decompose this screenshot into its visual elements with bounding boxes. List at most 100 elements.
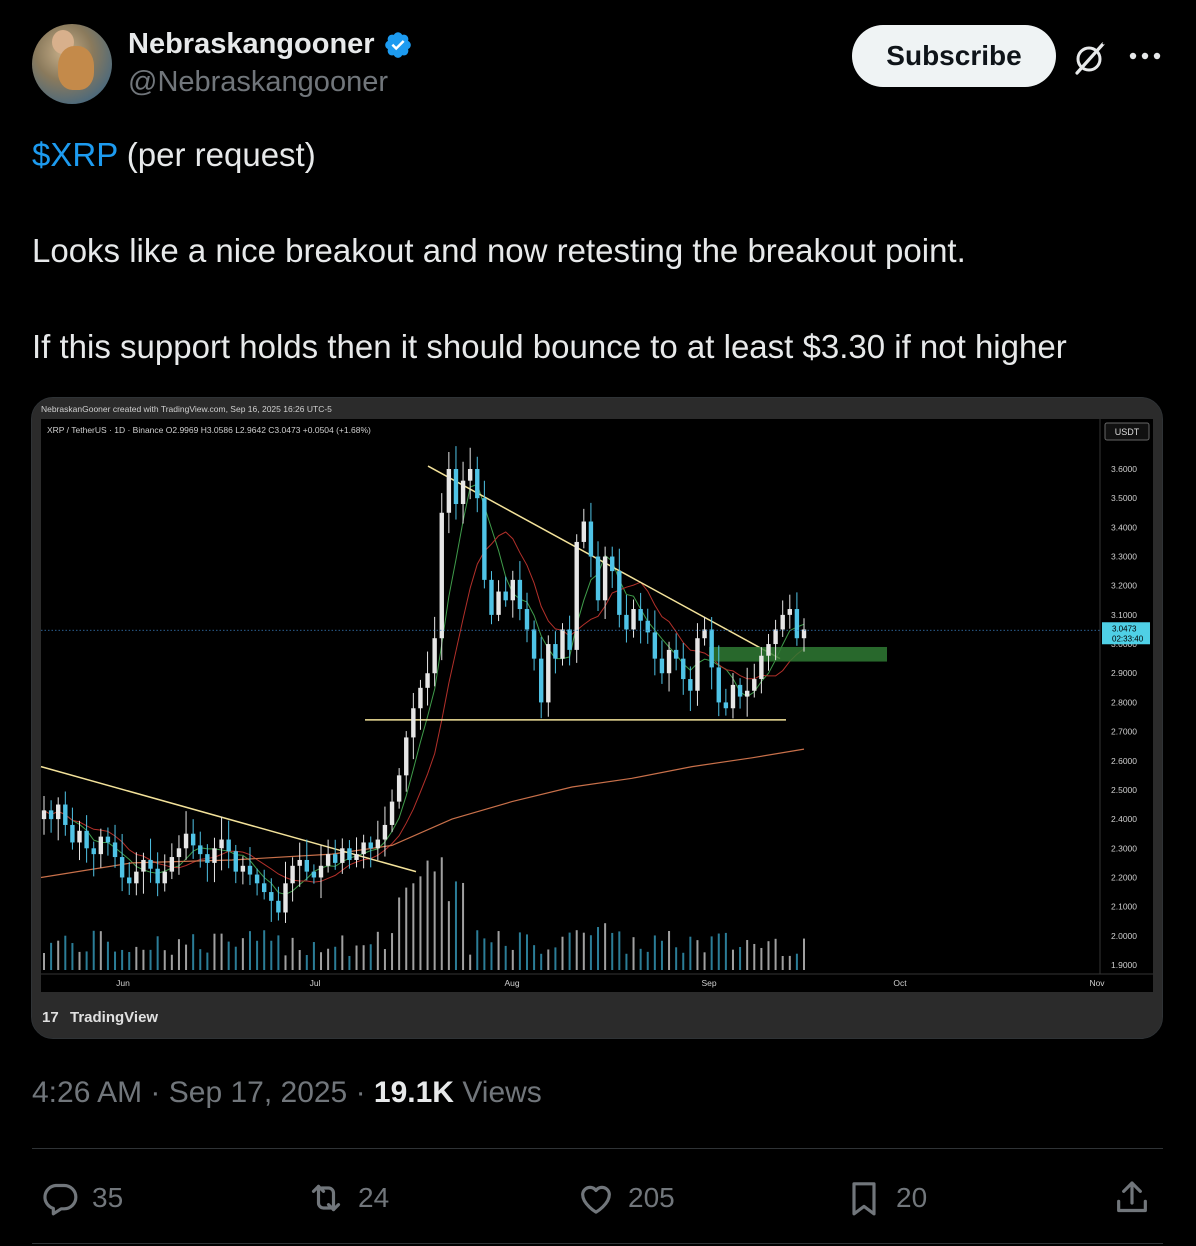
volume-bar [504,945,507,970]
y-tick-label: 3.2000 [1111,581,1137,591]
candle-body [489,579,494,615]
candle-body [624,614,629,630]
bookmark-button[interactable]: 20 [844,1178,927,1218]
volume-bar [270,940,273,970]
volume-bar [426,860,429,970]
subscribe-button[interactable]: Subscribe [852,25,1056,87]
volume-bar [177,939,180,970]
candle-body [766,644,771,656]
volume-bar [575,930,578,970]
candle-body [695,638,700,691]
volume-bar [348,955,351,970]
volume-bar [234,946,237,970]
candle-body [780,614,785,630]
candle-body [475,469,480,499]
volume-bar [589,935,592,970]
candle-body [744,690,750,697]
candle-body [56,804,61,820]
candle-body [162,871,167,884]
repost-button[interactable]: 24 [306,1178,389,1218]
bookmark-count: 20 [896,1182,928,1213]
candle-body [688,679,693,691]
candle-body [787,609,792,615]
candle-body [673,649,679,659]
tweet-time[interactable]: 4:26 AM [32,1076,142,1109]
candle-body [304,859,310,872]
candle-body [524,609,530,630]
share-button[interactable] [1112,1178,1152,1218]
candle-body [276,900,281,913]
candle-body [134,871,139,884]
candle-body [290,865,295,884]
candle-body [254,874,260,884]
candle-body [283,883,288,913]
like-button[interactable]: 205 [576,1178,675,1218]
volume-bar [803,938,805,970]
volume-bar [447,901,450,970]
candle-body [439,512,444,639]
tweet-date[interactable]: Sep 17, 2025 [169,1076,348,1109]
volume-bar [454,881,457,970]
chart-symbol-line: XRP / TetherUS · 1D · Binance O2.9969 H3… [47,425,371,435]
candle-body [389,801,395,825]
chart-image[interactable]: NebraskanGooner created with TradingView… [31,397,1163,1039]
volume-bar [412,883,415,970]
candle-body [702,629,707,639]
volume-bar [795,953,798,970]
volume-bar [149,949,152,970]
bookmark-icon [852,1182,876,1216]
cashtag-link[interactable]: $XRP [32,136,118,173]
currency-label: USDT [1115,427,1140,437]
candle-body [325,854,331,866]
volume-bar [753,943,756,970]
volume-bar [518,932,521,970]
candle-body [205,854,210,863]
views-count[interactable]: 19.1K [374,1076,454,1109]
volume-bar [206,952,209,970]
candle-body [112,842,118,858]
display-name[interactable]: Nebraskangooner [128,28,375,61]
tweet-line-1-rest: (per request) [117,136,316,173]
more-icon[interactable] [1128,48,1162,64]
volume-bar [284,955,287,970]
repost-icon [311,1184,341,1212]
handle[interactable]: @Nebraskangooner [128,66,388,99]
candle-body [538,658,544,703]
candle-body [794,609,800,639]
volume-bar [50,942,53,970]
candle-body [297,859,302,866]
candle-body [560,629,565,659]
volume-bar [185,944,188,970]
volume-bar [263,930,266,970]
candle-body [183,833,189,849]
candle-body [368,842,373,849]
volume-bar [490,942,493,970]
share-icon [1117,1181,1147,1213]
volume-bar [767,941,770,970]
candle-body [84,830,89,849]
candle-body [340,848,345,863]
action-bar: 35 24 205 20 [0,1170,1196,1226]
volume-bar [660,940,663,970]
volume-bar [298,950,301,970]
volume-bar [220,933,223,970]
candle-body [233,851,238,872]
repost-count: 24 [358,1182,390,1213]
volume-bar [341,935,344,970]
volume-bar [724,932,727,970]
y-tick-label: 2.9000 [1111,668,1137,678]
reply-button[interactable]: 35 [40,1178,123,1218]
grok-icon[interactable] [1072,40,1108,76]
candle-body [212,848,217,863]
candle-body [730,684,736,709]
volume-bar [362,945,365,970]
candle-body [773,629,778,645]
tradingview-logo-text: TradingView [70,1009,158,1026]
avatar[interactable] [32,24,112,104]
candle-body [546,644,551,703]
candle-body [510,579,515,601]
y-tick-label: 2.8000 [1111,697,1137,707]
y-tick-label: 3.3000 [1111,552,1137,562]
volume-bar [142,949,145,970]
author-name-row[interactable]: Nebraskangooner [128,28,413,61]
